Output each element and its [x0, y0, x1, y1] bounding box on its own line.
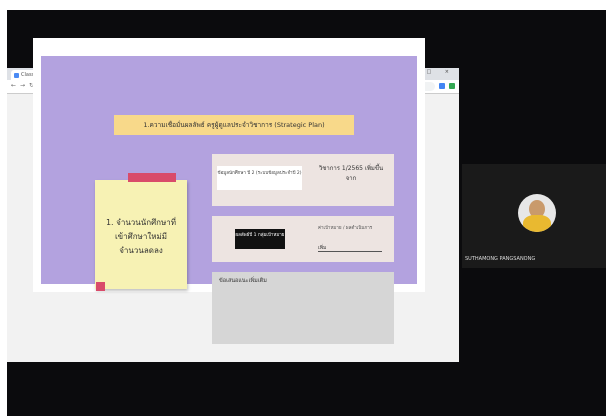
avatar-body	[523, 215, 551, 232]
panel2-caption: ค่าเป้าหมาย / ผลดำเนินการ	[318, 226, 373, 231]
panel2-card: ผลลัพธ์ปี 1 กลุ่มเป้าหมาย	[235, 229, 285, 249]
translate-icon[interactable]	[439, 83, 445, 89]
sticky-tape	[128, 173, 176, 182]
sticky-note-text: 1. จำนวนนักศึกษาที่เข้าศึกษาใหม่มีจำนวนล…	[105, 218, 177, 255]
extension-icon[interactable]	[449, 83, 455, 89]
panel1-side-text: วิชาการ 1/2565 เพิ่มขึ้นจาก	[318, 165, 384, 182]
forward-button[interactable]: →	[20, 83, 25, 89]
participant-avatar	[518, 194, 556, 232]
panel1-card: ข้อมูลนักศึกษา ปี 2 (ระบบข้อมูลประจำปี 2…	[217, 166, 302, 190]
participant-name: SUTHAMONG PANGSANONG	[465, 256, 536, 262]
google-slides-icon	[14, 73, 19, 78]
notes-panel-label: ข้อเสนอแนะเพิ่มเติม	[219, 278, 267, 284]
sticky-corner	[96, 282, 105, 291]
slide-title: 1.ความเชื่อมั่นผลลัพธ์ ครูผู้ดูแลประจำวิ…	[114, 115, 354, 135]
sticky-note: 1. จำนวนนักศึกษาที่เข้าศึกษาใหม่มีจำนวนล…	[95, 180, 187, 289]
back-button[interactable]: ←	[11, 83, 16, 89]
meeting-window: Classroom - Google Slides × + – □ × ← → …	[0, 0, 606, 416]
panel2-value: เพิ่ม	[318, 244, 382, 252]
